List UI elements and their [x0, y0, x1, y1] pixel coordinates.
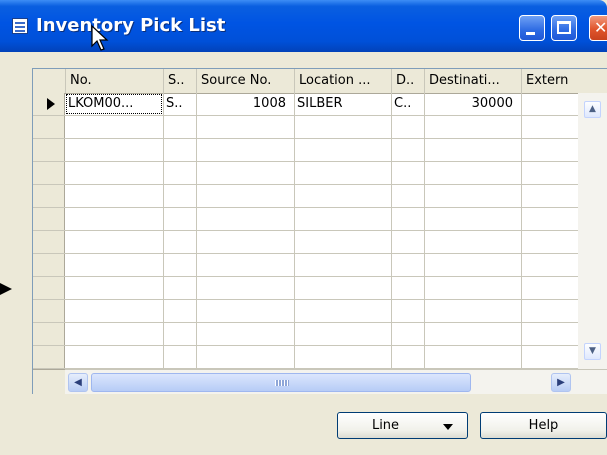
table-row[interactable]: [33, 254, 607, 277]
row-selector[interactable]: [33, 116, 65, 138]
row-selector[interactable]: [33, 346, 65, 368]
cell-destination[interactable]: 30000: [424, 93, 521, 115]
column-header-external[interactable]: Extern: [521, 69, 607, 93]
column-header-source-no[interactable]: Source No.: [196, 69, 294, 93]
table-row[interactable]: [33, 208, 607, 231]
row-selector[interactable]: [33, 300, 65, 322]
row-selector[interactable]: [33, 139, 65, 161]
maximize-button[interactable]: [551, 15, 577, 41]
row-selector[interactable]: [33, 277, 65, 299]
scroll-down-button[interactable]: ▼: [584, 343, 601, 360]
row-selector[interactable]: [33, 231, 65, 253]
line-button-label: Line: [371, 418, 400, 433]
close-icon: ✕: [594, 18, 607, 37]
table-row[interactable]: LKOM00... S.. 1008 SILBER C.. 30000: [33, 93, 607, 116]
row-selector[interactable]: [33, 254, 65, 276]
grip-icon: [275, 380, 289, 386]
cell-no[interactable]: LKOM00...: [65, 93, 163, 115]
header-row-selector: [33, 69, 65, 93]
cell-d[interactable]: C..: [391, 93, 424, 115]
close-button[interactable]: ✕: [589, 15, 607, 41]
cell-external[interactable]: [521, 93, 578, 115]
row-selector[interactable]: [33, 93, 65, 115]
cell-location[interactable]: SILBER: [294, 93, 391, 115]
vertical-scrollbar[interactable]: ▲ ▼: [578, 93, 607, 369]
arrow-pointer-icon: [0, 283, 12, 295]
horizontal-scroll-thumb[interactable]: [91, 373, 471, 392]
chevron-left-icon: ◀: [74, 377, 82, 388]
column-header-d[interactable]: D..: [391, 69, 424, 93]
scrollbar-corner-left: [33, 369, 65, 394]
table-row[interactable]: [33, 300, 607, 323]
line-menu-button[interactable]: Line: [337, 412, 468, 439]
row-selector[interactable]: [33, 185, 65, 207]
chevron-up-icon: ▲: [589, 104, 596, 114]
table-row[interactable]: [33, 139, 607, 162]
minimize-icon: [526, 32, 535, 35]
scroll-up-button[interactable]: ▲: [584, 101, 601, 118]
table-row[interactable]: [33, 116, 607, 139]
cell-source-no[interactable]: 1008: [196, 93, 294, 115]
list-window-icon: [12, 18, 28, 34]
scroll-left-button[interactable]: ◀: [68, 373, 88, 392]
row-selector[interactable]: [33, 323, 65, 345]
table-row[interactable]: [33, 231, 607, 254]
column-header-no[interactable]: No.: [65, 69, 163, 93]
table-row[interactable]: [33, 162, 607, 185]
chevron-down-icon: ▼: [589, 346, 596, 356]
chevron-right-icon: ▶: [557, 377, 565, 388]
scroll-right-button[interactable]: ▶: [551, 373, 571, 392]
row-selector[interactable]: [33, 162, 65, 184]
mouse-cursor-icon: [91, 24, 109, 51]
grid-header: No. S.. Source No. Location ... D.. Dest…: [33, 69, 607, 94]
inventory-pick-list-window: Inventory Pick List ✕ No. S.. Source No.…: [0, 0, 607, 455]
minimize-button[interactable]: [519, 15, 545, 41]
table-row[interactable]: [33, 277, 607, 300]
window-title: Inventory Pick List: [36, 15, 226, 36]
table-row[interactable]: [33, 346, 607, 369]
column-header-s[interactable]: S..: [163, 69, 196, 93]
cell-s[interactable]: S..: [163, 93, 196, 115]
dropdown-arrow-icon: [443, 424, 453, 430]
column-header-location[interactable]: Location ...: [294, 69, 391, 93]
help-button-label: Help: [528, 418, 559, 433]
help-button[interactable]: Help: [480, 412, 607, 439]
column-header-destination[interactable]: Destinati...: [424, 69, 521, 93]
horizontal-scrollbar[interactable]: ◀ ▶: [65, 369, 578, 394]
title-bar[interactable]: Inventory Pick List ✕: [0, 0, 607, 52]
pick-list-grid[interactable]: No. S.. Source No. Location ... D.. Dest…: [32, 68, 607, 394]
scrollbar-corner-right: [578, 369, 607, 394]
row-selector[interactable]: [33, 208, 65, 230]
table-row[interactable]: [33, 323, 607, 346]
maximize-icon: [557, 21, 571, 34]
table-row[interactable]: [33, 185, 607, 208]
